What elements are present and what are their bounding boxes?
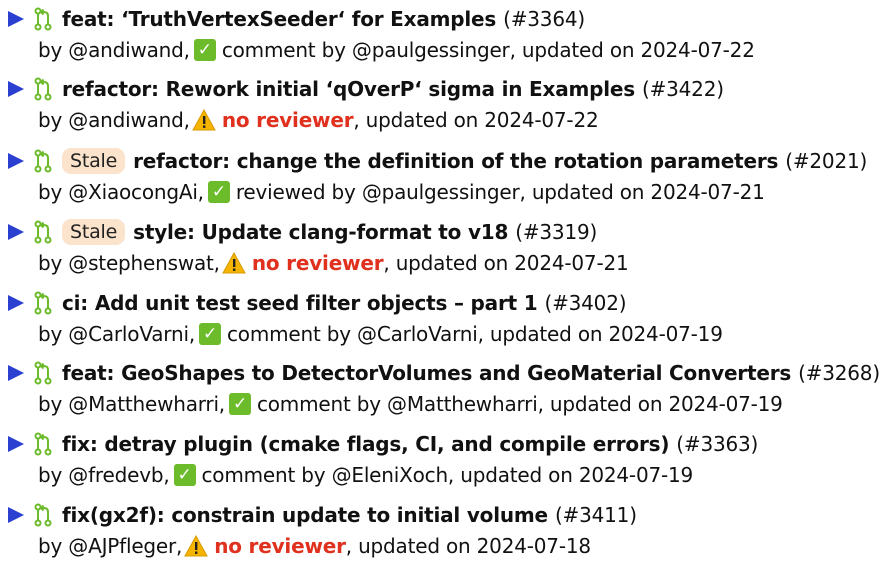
triangle-right-icon[interactable] <box>8 365 24 381</box>
pr-updated: , updated on 2024-07-19 <box>537 392 783 416</box>
pr-review-status: no reviewer <box>221 108 354 132</box>
pr-title[interactable]: style: Update clang-format to v18 <box>133 220 508 244</box>
pr-author: by @Matthewharri, <box>38 392 225 416</box>
git-pull-request-icon <box>34 77 52 101</box>
pr-item: fix(gx2f): constrain update to initial v… <box>0 496 896 566</box>
pr-title-line: ci: Add unit test seed filter objects – … <box>8 286 627 320</box>
pr-author: by @stephenswat, <box>38 251 220 275</box>
pr-review-status: comment by @EleniXoch <box>201 463 449 487</box>
pr-item: feat: GeoShapes to DetectorVolumes and G… <box>0 354 896 424</box>
git-pull-request-icon <box>34 7 52 31</box>
git-pull-request-icon <box>34 432 52 456</box>
pr-title[interactable]: refactor: Rework initial ‘qOverP‘ sigma … <box>62 77 635 101</box>
warning-icon <box>184 534 209 557</box>
pr-title[interactable]: feat: ‘TruthVertexSeeder‘ for Examples <box>62 7 496 31</box>
pr-review-status: no reviewer <box>251 251 384 275</box>
triangle-right-icon[interactable] <box>8 81 24 97</box>
pr-author: by @CarloVarni, <box>38 322 195 346</box>
pr-meta-line: by @Matthewharri, ✓ comment by @Matthewh… <box>38 389 783 419</box>
triangle-right-icon[interactable] <box>8 295 24 311</box>
pr-title[interactable]: refactor: change the definition of the r… <box>133 149 778 173</box>
check-mark-icon: ✓ <box>228 393 251 415</box>
git-pull-request-icon <box>34 220 52 244</box>
pr-meta-line: by @andiwand, ✓ comment by @paulgessinge… <box>38 35 755 65</box>
pr-author: by @andiwand, <box>38 38 190 62</box>
pr-title-line: feat: GeoShapes to DetectorVolumes and G… <box>8 356 880 390</box>
pr-number[interactable]: (#3402) <box>544 291 626 315</box>
pr-title-line: fix(gx2f): constrain update to initial v… <box>8 498 637 532</box>
pr-title[interactable]: feat: GeoShapes to DetectorVolumes and G… <box>62 361 791 385</box>
git-pull-request-icon <box>34 149 52 173</box>
pr-review-status: comment by @paulgessinger <box>221 38 510 62</box>
pr-review-status: comment by @CarloVarni <box>226 322 478 346</box>
check-mark-icon: ✓ <box>193 39 216 61</box>
pr-item: Stale style: Update clang-format to v18 … <box>0 213 896 283</box>
pr-number[interactable]: (#3364) <box>503 7 585 31</box>
check-mark-icon: ✓ <box>207 181 230 203</box>
pr-item: Stale refactor: change the definition of… <box>0 142 896 212</box>
triangle-right-icon[interactable] <box>8 11 24 27</box>
pr-number[interactable]: (#2021) <box>785 149 867 173</box>
pr-updated: , updated on 2024-07-21 <box>519 180 765 204</box>
pr-updated: , updated on 2024-07-22 <box>509 38 755 62</box>
pr-updated: , updated on 2024-07-19 <box>477 322 723 346</box>
pr-meta-line: by @andiwand, no reviewer , updated on 2… <box>38 105 599 135</box>
pr-updated: , updated on 2024-07-19 <box>447 463 694 487</box>
pr-updated: , updated on 2024-07-22 <box>353 108 599 132</box>
check-mark-icon: ✓ <box>198 323 221 345</box>
pr-author: by @XiaocongAi, <box>38 180 204 204</box>
pr-updated: , updated on 2024-07-21 <box>383 251 629 275</box>
warning-icon <box>221 251 246 274</box>
pr-title-line: refactor: Rework initial ‘qOverP‘ sigma … <box>8 72 724 106</box>
pr-meta-line: by @stephenswat, no reviewer , updated o… <box>38 248 629 278</box>
pr-meta-line: by @AJPfleger, no reviewer , updated on … <box>38 531 591 561</box>
pr-review-status: no reviewer <box>214 534 346 558</box>
pr-meta-line: by @CarloVarni, ✓ comment by @CarloVarni… <box>38 319 723 349</box>
pr-title-line: Stale refactor: change the definition of… <box>8 144 867 178</box>
triangle-right-icon[interactable] <box>8 507 24 523</box>
pr-updated: , updated on 2024-07-18 <box>345 534 591 558</box>
triangle-right-icon[interactable] <box>8 153 24 169</box>
pr-number[interactable]: (#3268) <box>798 361 880 385</box>
pr-number[interactable]: (#3411) <box>555 503 637 527</box>
pr-review-status: comment by @Matthewharri <box>256 392 538 416</box>
pr-item: refactor: Rework initial ‘qOverP‘ sigma … <box>0 70 896 140</box>
triangle-right-icon[interactable] <box>8 436 24 452</box>
warning-icon <box>191 108 216 131</box>
pr-author: by @andiwand, <box>38 108 190 132</box>
pr-title[interactable]: ci: Add unit test seed filter objects – … <box>62 291 538 315</box>
git-pull-request-icon <box>34 503 52 527</box>
stale-badge: Stale <box>62 219 126 245</box>
pr-title-line: feat: ‘TruthVertexSeeder‘ for Examples (… <box>8 2 585 36</box>
pr-title[interactable]: fix(gx2f): constrain update to initial v… <box>62 503 548 527</box>
git-pull-request-icon <box>34 291 52 315</box>
pr-item: ci: Add unit test seed filter objects – … <box>0 284 896 354</box>
pr-item: fix: detray plugin (cmake flags, CI, and… <box>0 425 896 495</box>
stale-badge: Stale <box>62 148 126 174</box>
pr-title-line: fix: detray plugin (cmake flags, CI, and… <box>8 427 758 461</box>
pr-item: feat: ‘TruthVertexSeeder‘ for Examples (… <box>0 0 896 70</box>
pr-meta-line: by @XiaocongAi, ✓ reviewed by @paulgessi… <box>38 177 765 207</box>
pr-title[interactable]: fix: detray plugin (cmake flags, CI, and… <box>62 432 669 456</box>
pr-list: feat: ‘TruthVertexSeeder‘ for Examples (… <box>0 0 896 571</box>
git-pull-request-icon <box>34 361 52 385</box>
pr-title-line: Stale style: Update clang-format to v18 … <box>8 215 597 249</box>
pr-meta-line: by @fredevb, ✓ comment by @EleniXoch , u… <box>38 460 693 490</box>
pr-review-status: reviewed by @paulgessinger <box>235 180 520 204</box>
pr-author: by @fredevb, <box>38 463 170 487</box>
pr-number[interactable]: (#3422) <box>642 77 724 101</box>
pr-number[interactable]: (#3319) <box>515 220 597 244</box>
pr-author: by @AJPfleger, <box>38 534 183 558</box>
check-mark-icon: ✓ <box>173 464 196 486</box>
triangle-right-icon[interactable] <box>8 224 24 240</box>
pr-number[interactable]: (#3363) <box>676 432 758 456</box>
